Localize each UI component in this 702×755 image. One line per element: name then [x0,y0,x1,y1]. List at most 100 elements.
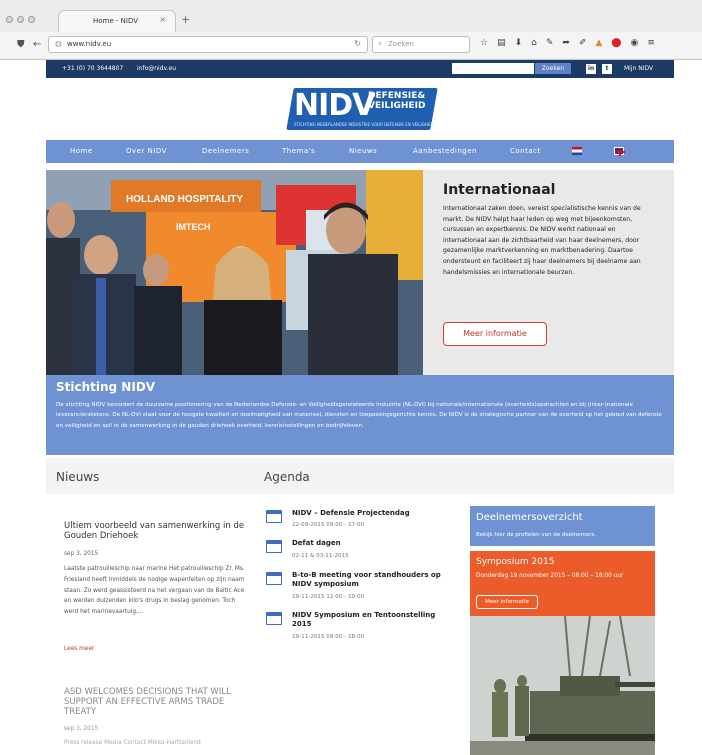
calendar-icon [266,612,282,625]
news-item-body: Laatste patrouilleschip naar marine Het … [64,566,245,616]
browser-search-input[interactable]: ⌕ Zoeken [372,36,470,53]
agenda-item-date: 02-11 & 03-11-2015 [292,553,349,559]
addon-icon[interactable]: ▲ [596,38,603,48]
news-item-body: Press release Media Contact Mikko-Hartta… [64,740,201,746]
dutch-flag-icon[interactable] [572,147,582,155]
top-bar: +31 (0) 70 3644807 info@nidv.eu Zoeken i… [46,60,674,78]
download-icon[interactable]: ⬇ [515,38,523,48]
browser-tab[interactable]: Home - NIDV × [58,10,176,32]
hero-photo: HOLLAND HOSPITALITY IMTECH [46,170,423,375]
hero-booth-text: IMTECH [176,222,211,232]
linkedin-icon[interactable]: in [586,64,596,74]
agenda-heading: Agenda [264,470,310,484]
agenda-item-title: NIDV – Defensie Projectendag [292,509,410,517]
nieuws-heading: Nieuws [56,470,100,484]
back-icon[interactable]: ← [33,39,41,50]
deelnemers-card[interactable]: Deelnemersoverzicht Bekijk hier de profi… [470,506,655,546]
hero-body: Internationaal zaken doen, vereist speci… [443,205,641,276]
deelnemers-text: Bekijk hier de profielen van de deelneme… [476,532,597,538]
send-icon[interactable]: ➦ [562,38,570,48]
email-link[interactable]: info@nidv.eu [137,65,176,72]
phone-number[interactable]: +31 (0) 70 3644807 [62,65,123,72]
window-controls[interactable] [6,16,35,23]
news-item-title[interactable]: ASD WELCOMES DECISIONS THAT WILL SUPPORT… [64,687,256,717]
calendar-icon [266,572,282,585]
tab-close-icon[interactable]: × [159,15,166,24]
hero-more-info-button[interactable]: Meer informatie [443,322,547,346]
agenda-item[interactable]: B-to-B meeting voor standhouders op NIDV… [266,571,456,606]
twitter-icon[interactable]: t [602,64,612,74]
nav-themas[interactable]: Thema's [282,147,315,155]
nav-contact[interactable]: Contact [510,147,541,155]
logo-line1: DEFENSIE& [368,91,426,101]
hero-section: HOLLAND HOSPITALITY IMTECH Internationaa… [46,170,674,375]
home-icon[interactable]: ⌂ [531,38,537,48]
army-photo-illustration [470,616,655,755]
hero-title: Internationaal [443,182,556,198]
reading-list-icon[interactable]: ▤ [497,38,506,48]
calendar-icon [266,510,282,523]
nav-nieuws[interactable]: Nieuws [349,147,377,155]
bookmark-star-icon[interactable]: ☆ [480,38,488,48]
reload-icon[interactable]: ↻ [354,39,361,48]
logo-tagline: STICHTING NEDERLANDSE INDUSTRIE VOOR DEF… [294,122,435,127]
news-item-title[interactable]: Ultiem voorbeeld van samenwerking in de … [64,521,252,541]
agenda-item-date: 22-09-2015 09:00 - 17:00 [292,522,365,528]
hero-sign-text: HOLLAND HOSPITALITY [126,194,243,205]
adblock-icon[interactable]: ⬤ [611,38,621,48]
site-search-button[interactable]: Zoeken [535,63,571,74]
english-flag-icon[interactable] [614,147,625,156]
symposium-card: Symposium 2015 Donderdag 19 november 201… [470,551,655,616]
nav-aanbestedingen[interactable]: Aanbestedingen [413,147,477,155]
news-read-more-link[interactable]: Lees meer [64,646,94,652]
news-item-date: sep 3, 2015 [64,726,99,732]
main-nav: Home Over NIDV Deelnemers Thema's Nieuws… [46,140,674,163]
symposium-more-info-button[interactable]: Meer informatie [476,595,538,609]
nav-deelnemers[interactable]: Deelnemers [202,147,249,155]
search-icon: ⌕ [378,39,383,48]
pen-icon[interactable]: ✎ [546,38,554,48]
url-text: www.nidv.eu [67,40,112,48]
logo-line2: VEILIGHEID [368,101,426,111]
website: +31 (0) 70 3644807 info@nidv.eu Zoeken i… [46,60,674,755]
url-bar[interactable]: ◍ www.nidv.eu ↻ [48,36,368,53]
globe-icon: ◍ [55,39,62,48]
brush-icon[interactable]: ✐ [579,38,587,48]
symposium-title: Symposium 2015 [476,557,555,567]
deelnemers-title: Deelnemersoverzicht [476,512,583,523]
mijn-nidv-link[interactable]: Mijn NIDV [624,65,653,72]
symposium-date: Donderdag 19 november 2015 – 08:00 – 18:… [476,573,624,579]
browser-chrome: Home - NIDV × + ⛊ ← ◍ www.nidv.eu ↻ ⌕ Zo… [0,0,702,60]
agenda-item-title: B-to-B meeting voor standhouders op NIDV… [292,571,441,588]
new-tab-icon[interactable]: + [181,13,190,26]
browser-toolbar-icons: ☆ ▤ ⬇ ⌂ ✎ ➦ ✐ ▲ ⬤ ◉ ≡ [480,38,655,48]
nav-over-nidv[interactable]: Over NIDV [126,147,167,155]
tab-title: Home - NIDV [93,17,139,25]
agenda-item[interactable]: NIDV Symposium en Tentoonstelling 2015 1… [266,611,456,646]
close-window-icon[interactable] [6,16,13,23]
logo-area: NIDV DEFENSIE& VEILIGHEID STICHTING NEDE… [46,78,674,140]
minimize-window-icon[interactable] [17,16,24,23]
stichting-body: De stichting NIDV bevordert de duurzame … [56,402,662,429]
site-search-input[interactable] [452,63,534,74]
army-photo [470,616,655,755]
maximize-window-icon[interactable] [28,16,35,23]
agenda-item[interactable]: Defat dagen 02-11 & 03-11-2015 [266,539,456,570]
shield-icon[interactable]: ⛊ [17,39,25,50]
menu-icon[interactable]: ≡ [647,38,655,48]
agenda-item-date: 19-11-2015 12:00 - 19:00 [292,594,365,600]
logo-name: NIDV [294,88,375,123]
hero-panel: Internationaal Internationaal zaken doen… [423,170,674,375]
agenda-item-title: Defat dagen [292,539,341,547]
mask-icon[interactable]: ◉ [631,38,639,48]
stichting-section: Stichting NIDV De stichting NIDV bevorde… [46,375,674,455]
stichting-title: Stichting NIDV [56,380,156,394]
agenda-item-date: 19-11-2015 08:00 - 18:00 [292,634,365,640]
browser-search-placeholder: Zoeken [388,40,414,48]
hero-photo-illustration: HOLLAND HOSPITALITY IMTECH [46,170,423,375]
agenda-header-band [256,458,674,494]
calendar-icon [266,540,282,553]
agenda-item[interactable]: NIDV – Defensie Projectendag 22-09-2015 … [266,509,456,540]
news-item-date: sep 3, 2015 [64,551,99,557]
nav-home[interactable]: Home [70,147,93,155]
